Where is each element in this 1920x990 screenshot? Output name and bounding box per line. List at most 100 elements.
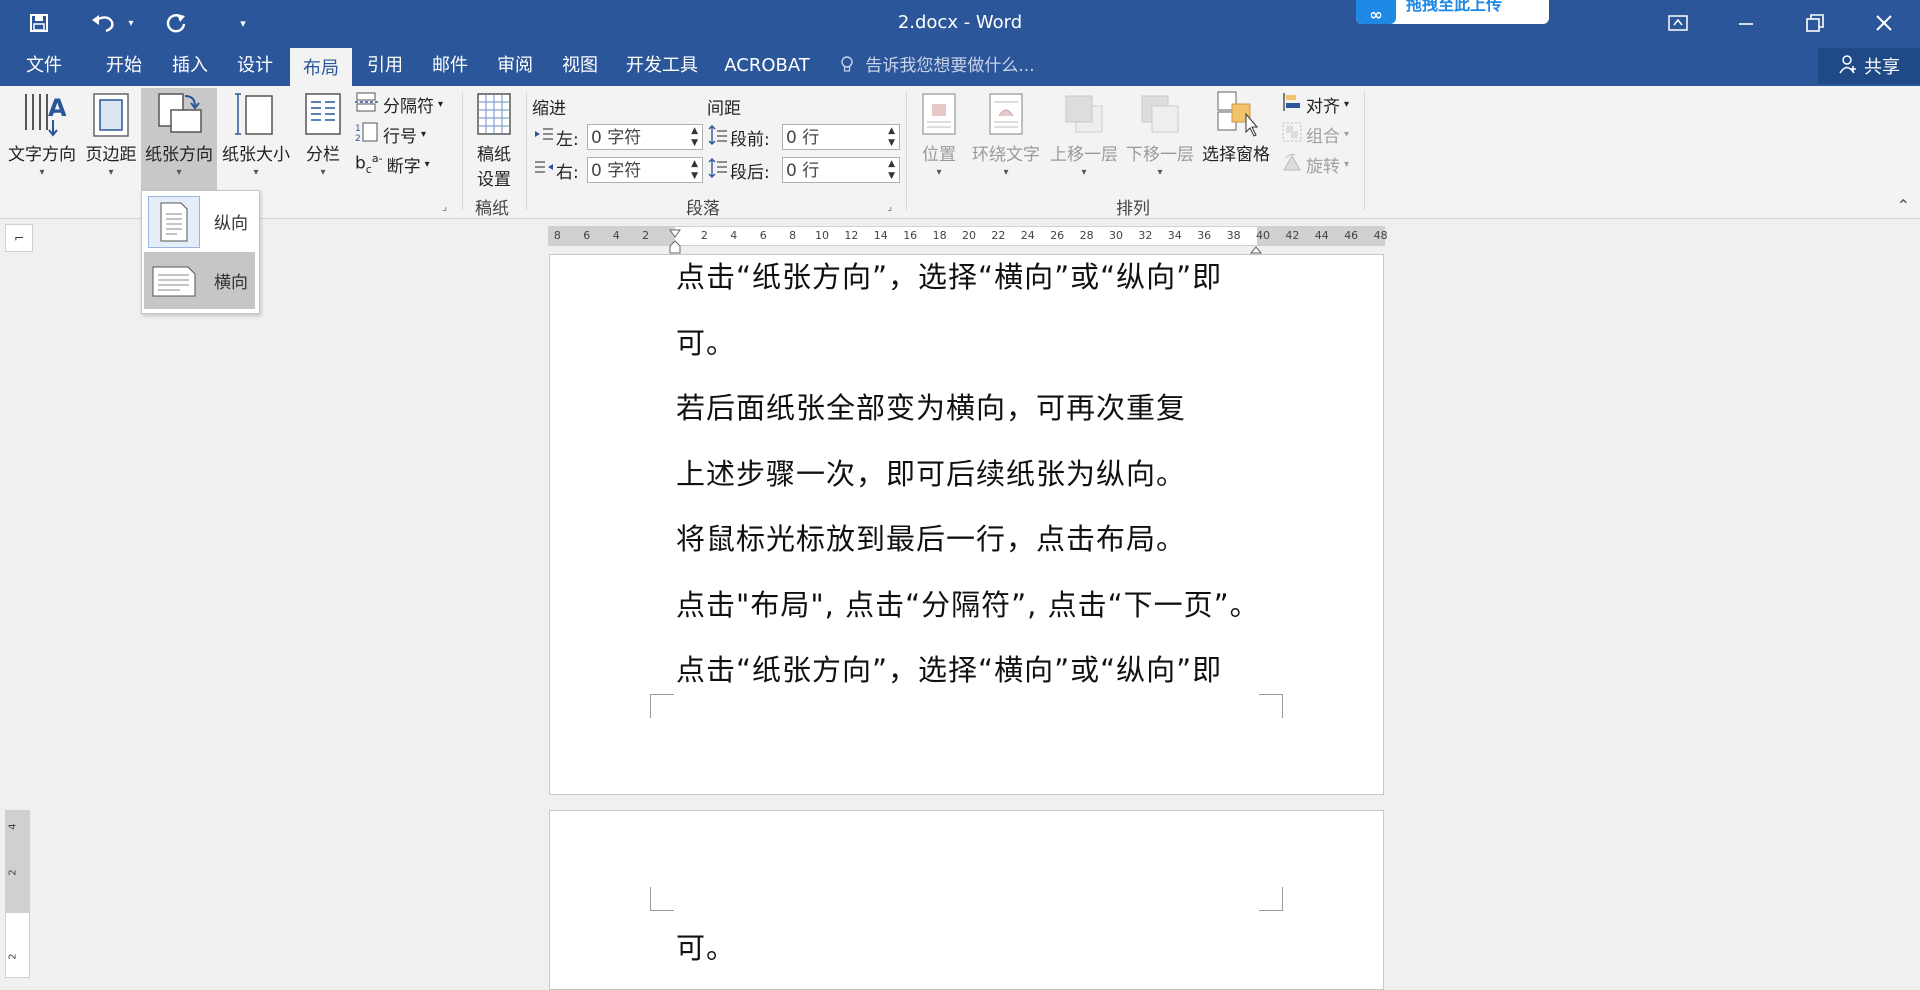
tab-mailings[interactable]: 邮件 [420,46,480,86]
portrait-page-icon [148,195,200,248]
columns-icon [299,90,347,138]
spacing-after-row: 段后: [708,158,770,183]
ruler-tick: 4 [730,229,738,242]
spacing-after-input[interactable]: 0 行 ▲ ▼ [782,157,900,183]
line-numbers-button[interactable]: 12 行号 ▾ [355,122,426,147]
selection-pane-button[interactable]: 选择窗格 [1198,90,1274,188]
cloud-upload-widget[interactable]: ∞ 拖拽至此上传 [1356,0,1549,24]
horizontal-ruler[interactable]: 8 6 4 2 2 4 6 8 10 12 14 16 18 20 22 24 26 28 30 32 34 36 38 40… [548,226,1388,254]
ruler-tick: 12 [844,229,859,242]
indent-label: 缩进 [532,99,566,119]
orientation-portrait-option[interactable]: 纵向 [144,193,255,250]
svg-text:2: 2 [355,134,361,142]
chevron-down-icon: ▾ [176,167,182,178]
indent-right-input[interactable]: 0 字符 ▲ ▼ [587,157,703,183]
tab-review[interactable]: 审阅 [485,46,545,86]
wrap-text-button[interactable]: 环绕文字 ▾ [966,90,1046,188]
chevron-down-icon: ▾ [1157,167,1163,178]
paragraph-line[interactable]: 可。 [676,320,736,362]
margins-button[interactable]: 页边距 ▾ [80,90,142,188]
tab-design[interactable]: 设计 [225,46,285,86]
ruler-tick: 46 [1344,229,1359,242]
align-button[interactable]: 对齐 ▾ [1282,92,1349,117]
paragraph-line[interactable]: 点击"布局", 点击“分隔符”, 点击“下一页”。 [676,582,1260,624]
send-backward-label: 下移一层 [1126,145,1194,165]
paragraph-line[interactable]: 上述步骤一次，即可后续纸张为纵向。 [676,451,1186,493]
spacing-after-icon [708,158,728,183]
chevron-down-icon: ▾ [421,129,427,140]
spin-arrows-icon[interactable]: ▲ ▼ [691,125,698,149]
orientation-button[interactable]: 纸张方向 ▾ [141,88,217,190]
page-setup-launcher-icon[interactable]: ⌟ [442,200,447,213]
indent-right-label: 右: [556,163,579,183]
ruler-tick: 10 [815,229,829,242]
ruler-tick: 38 [1226,229,1241,242]
wrap-text-icon [982,90,1030,138]
selection-pane-label: 选择窗格 [1202,145,1270,165]
chevron-down-icon: ▾ [39,167,45,178]
size-label: 纸张大小 [222,145,290,165]
spin-arrows-icon[interactable]: ▲ ▼ [888,158,895,182]
bring-forward-icon [1060,90,1108,138]
rotate-button[interactable]: 旋转 ▾ [1282,152,1349,177]
breaks-button[interactable]: 分隔符 ▾ [355,92,443,117]
group-objects-button[interactable]: 组合 ▾ [1282,122,1349,147]
paragraph-line[interactable]: 点击“纸张方向”，选择“横向”或“纵向”即 [676,254,1222,296]
chevron-down-icon: ▾ [1344,129,1350,140]
spacing-before-input[interactable]: 0 行 ▲ ▼ [782,124,900,150]
lightbulb-icon [840,56,859,76]
hyphenation-button[interactable]: bca- 断字 ▾ [355,152,430,177]
tab-acrobat[interactable]: ACROBAT [718,46,816,86]
tab-references[interactable]: 引用 [355,46,415,86]
tab-layout[interactable]: 布局 [290,48,352,88]
ribbon-display-options-icon[interactable] [1650,0,1706,46]
manuscript-settings-button[interactable]: 稿纸 设置 [466,90,522,190]
paragraph-line[interactable]: 若后面纸张全部变为横向，可再次重复 [676,385,1186,427]
tab-stop-selector[interactable]: ⌐ [5,224,33,252]
spacing-before-icon [708,125,728,150]
chevron-down-icon: ▾ [936,167,942,178]
indent-right-row: 右: [534,158,579,183]
tab-home[interactable]: 开始 [94,46,154,86]
paragraph-launcher-icon[interactable]: ⌟ [887,200,892,213]
tab-file[interactable]: 文件 [14,46,74,86]
line-numbers-label: 行号 [383,127,417,147]
arrange-group-label: 排列 [1116,199,1150,219]
ruler-tick: 2 [7,869,19,876]
group-separator [526,92,527,210]
tab-view[interactable]: 视图 [550,46,610,86]
position-icon [915,90,963,138]
close-icon[interactable] [1856,0,1912,46]
ruler-tick: 24 [1020,229,1035,242]
send-backward-button[interactable]: 下移一层 ▾ [1122,90,1198,188]
position-button[interactable]: 位置 ▾ [912,90,966,188]
spin-arrows-icon[interactable]: ▲ ▼ [888,125,895,149]
minimize-icon[interactable] [1718,0,1774,46]
orientation-landscape-option[interactable]: 横向 [144,252,255,309]
ruler-tick: 18 [932,229,947,242]
person-icon [1838,54,1858,79]
title-bar: ▾ ▾ 2.docx - Word ∞ 拖拽至此上传 [0,0,1920,46]
landscape-page-icon [148,255,200,307]
text-direction-button[interactable]: A 文字方向 ▾ [4,90,80,188]
tab-developer[interactable]: 开发工具 [620,46,704,86]
columns-button[interactable]: 分栏 ▾ [296,90,350,188]
ruler-tick: 4 [612,229,620,242]
restore-icon[interactable] [1787,0,1843,46]
share-button[interactable]: 共享 [1818,48,1920,84]
bring-forward-button[interactable]: 上移一层 ▾ [1046,90,1122,188]
indent-left-input[interactable]: 0 字符 ▲ ▼ [587,124,703,150]
spin-arrows-icon[interactable]: ▲ ▼ [691,158,698,182]
paragraph-group-label: 段落 [686,199,720,219]
paragraph-line[interactable]: 点击“纸张方向”，选择“横向”或“纵向”即 [676,647,1222,689]
window-title: 2.docx - Word [897,12,1023,33]
share-label: 共享 [1864,57,1900,78]
size-button[interactable]: 纸张大小 ▾ [218,90,294,188]
tell-me-search[interactable]: 告诉我您想要做什么... [840,46,1035,86]
collapse-ribbon-icon[interactable]: ⌃ [1897,196,1910,215]
vertical-ruler[interactable]: 4 2 2 [5,810,30,978]
tab-insert[interactable]: 插入 [160,46,220,86]
chevron-down-icon: ▾ [1344,99,1350,110]
paragraph-line[interactable]: 可。 [676,925,736,967]
paragraph-line[interactable]: 将鼠标光标放到最后一行，点击布局。 [676,516,1186,558]
